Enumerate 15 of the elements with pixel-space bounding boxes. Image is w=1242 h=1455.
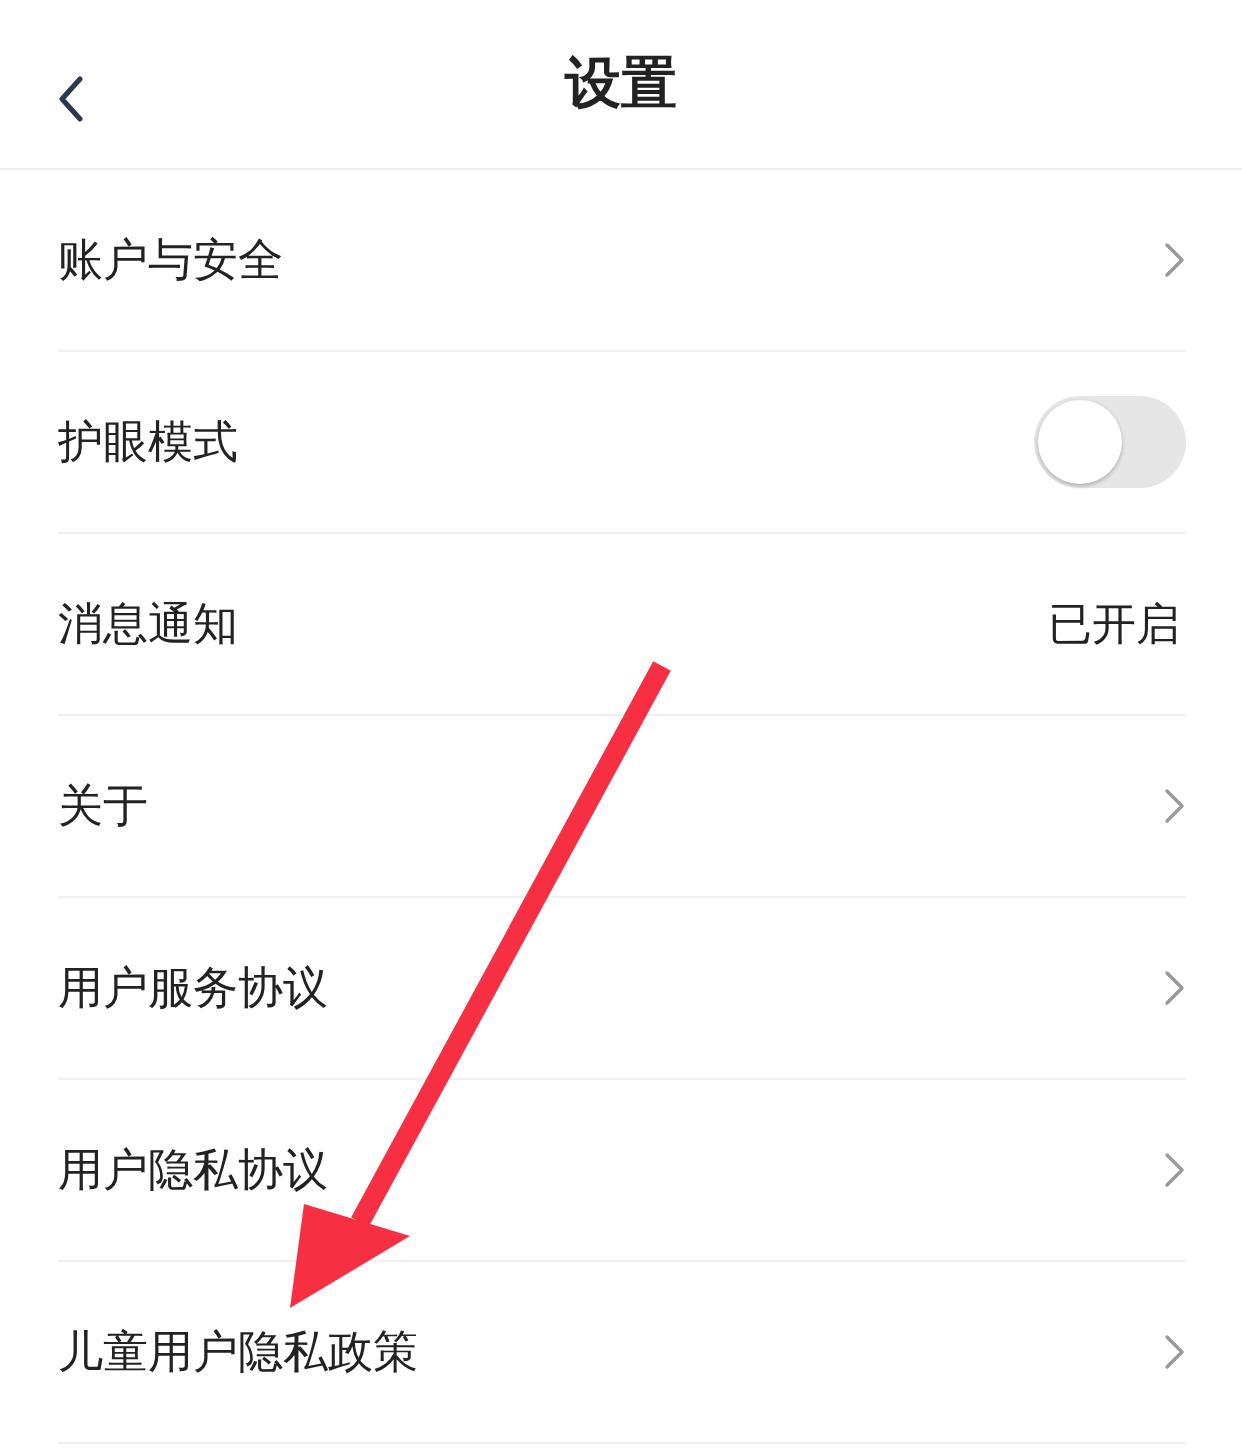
chevron-right-icon [1164,788,1186,824]
chevron-right-icon [1164,1152,1186,1188]
page-title: 设置 [565,49,677,117]
setting-label[interactable]: 儿童用户隐私政策 [58,1322,418,1382]
setting-value: 已开启 [1048,596,1180,651]
setting-label[interactable]: 关于 [58,776,148,836]
setting-label[interactable]: 账户与安全 [58,230,283,290]
chevron-right-icon [1164,1334,1186,1370]
chevron-right-icon [1164,970,1186,1006]
setting-label[interactable]: 护眼模式 [58,412,238,472]
setting-label[interactable]: 用户服务协议 [58,958,328,1018]
setting-label[interactable]: 消息通知 [58,594,238,654]
back-icon[interactable] [58,76,84,122]
setting-label[interactable]: 用户隐私协议 [58,1140,328,1200]
chevron-right-icon [1164,242,1186,278]
